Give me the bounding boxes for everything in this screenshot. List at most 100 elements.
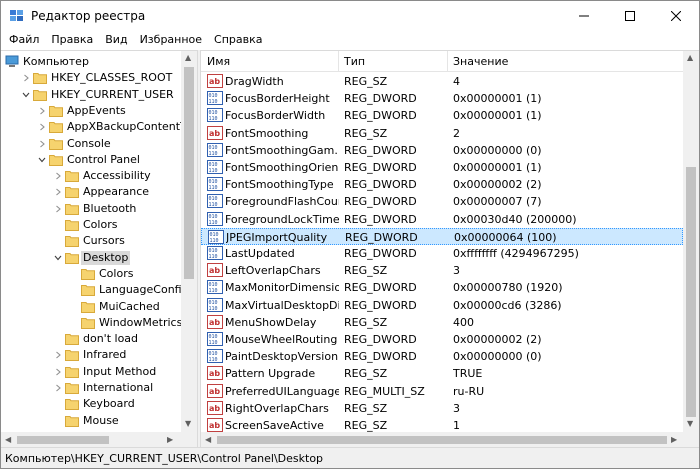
tree-node[interactable]: Colors [1,217,181,233]
chevron-right-icon[interactable] [53,383,63,393]
tree-node[interactable]: HKEY_CURRENT_USER [1,87,181,103]
title-bar[interactable]: Редактор реестра [1,1,699,31]
tree-node[interactable]: Input Method [1,364,181,380]
menu-view[interactable]: Вид [99,31,133,49]
list-horizontal-scrollbar[interactable]: ◀ ▶ [201,432,699,447]
list-row[interactable]: 010 110 JPEGImportQuality REG_DWORD 0x000000… [201,227,683,245]
tree-vertical-scroll-thumb[interactable] [184,67,194,279]
list-row[interactable]: 010 110 LastUpdated REG_DWORD 0xffffffff (42… [201,245,683,262]
tree-node[interactable]: Control Panel [1,152,181,168]
list-row[interactable]: 010 110 FontSmoothingType REG_DWORD 0x000000… [201,176,683,193]
minimize-button[interactable] [561,1,607,31]
tree-node[interactable]: don't load [1,331,181,347]
tree-node[interactable]: Infrared [1,347,181,363]
menu-file[interactable]: Файл [3,31,45,49]
list-row[interactable]: 010 110 MouseWheelRouting REG_DWORD 0x000000… [201,331,683,348]
folder-icon [49,137,63,150]
chevron-right-icon[interactable] [53,187,63,197]
scroll-down-icon[interactable]: ▼ [185,419,191,428]
list-horizontal-scroll-thumb[interactable] [217,436,667,444]
svg-text:ab: ab [209,77,220,86]
list-row[interactable]: ab PreferredUILanguages REG_MULTI_SZ ru-RU [201,383,683,400]
tree-node[interactable]: WindowMetrics [1,315,182,331]
list-row[interactable]: ab LeftOverlapChars REG_SZ 3 [201,262,683,279]
chevron-right-icon[interactable] [37,106,47,116]
tree-node[interactable]: Bluetooth [1,201,181,217]
list-row[interactable]: ab MenuShowDelay REG_SZ 400 [201,314,683,331]
list-vertical-scroll-thumb[interactable] [686,167,696,417]
scroll-up-icon[interactable]: ▲ [687,53,693,62]
menu-favorites[interactable]: Избранное [134,31,208,49]
value-type: REG_DWORD [344,298,417,312]
chevron-right-icon[interactable] [53,367,63,377]
column-header-value[interactable]: Значение [447,51,683,72]
chevron-right-icon[interactable] [37,139,47,149]
tree-node[interactable]: Console [1,136,181,152]
list-row[interactable]: 010 110 MaxVirtualDesktopDi... REG_DWORD 0x0… [201,297,683,314]
tree-node[interactable]: AppEvents [1,103,181,119]
value-type: REG_SZ [344,126,388,140]
list-row[interactable]: ab FontSmoothing REG_SZ 2 [201,125,683,142]
tree-node[interactable]: Appearance [1,184,181,200]
chevron-right-icon[interactable] [21,73,31,83]
tree-node[interactable]: HKEY_CLASSES_ROOT [1,70,181,86]
registry-tree[interactable]: Компьютер HKEY_CLASSES_ROOT HKEY_CURRENT_U… [1,50,197,447]
list-row[interactable]: ab RightOverlapChars REG_SZ 3 [201,400,683,417]
tree-node-label: Console [67,136,111,150]
tree-node[interactable]: Desktop [1,250,181,266]
chevron-down-icon[interactable] [21,90,31,100]
binary-value-icon: 010 110 [207,349,223,364]
chevron-down-icon[interactable] [37,155,47,165]
list-row[interactable]: 010 110 FontSmoothingGam... REG_DWORD 0x0000… [201,142,683,159]
tree-node-label: Appearance [83,185,150,199]
list-row[interactable]: 010 110 ForegroundFlashCount REG_DWORD 0x000… [201,193,683,210]
close-button[interactable] [653,1,699,31]
maximize-button[interactable] [607,1,653,31]
list-row[interactable]: 010 110 FocusBorderHeight REG_DWORD 0x000000… [201,90,683,107]
column-header-type[interactable]: Тип [338,51,447,72]
value-type: REG_SZ [344,75,388,88]
list-row[interactable]: 010 110 ForegroundLockTime... REG_DWORD 0x00… [201,211,683,228]
scroll-left-icon[interactable]: ◀ [5,435,11,444]
list-vertical-scrollbar[interactable]: ▲ ▼ [683,51,699,432]
list-row[interactable]: 010 110 FontSmoothingOrien... REG_DWORD 0x00… [201,159,683,176]
string-value-icon: ab [207,263,223,278]
tree-node[interactable]: International [1,380,181,396]
computer-icon [5,55,19,68]
tree-node[interactable]: MuiCached [1,299,181,315]
value-data: 0x00000000 (0) [453,350,542,364]
tree-node[interactable]: Компьютер [1,54,181,70]
value-name: RightOverlapChars [225,401,329,415]
tree-node[interactable]: Mouse [1,413,181,429]
list-row[interactable]: ab Pattern Upgrade REG_SZ TRUE [201,365,683,382]
tree-node[interactable]: AppXBackupContentType [1,119,197,135]
scroll-up-icon[interactable]: ▲ [185,53,191,62]
menu-help[interactable]: Справка [208,31,268,49]
list-row[interactable]: 010 110 PaintDesktopVersion REG_DWORD 0x0000… [201,348,683,365]
scroll-down-icon[interactable]: ▼ [687,419,693,428]
values-list[interactable]: Имя Тип Значение ab DragWidth REG_SZ 4 010 11… [201,50,699,447]
column-header-name[interactable]: Имя [201,51,338,72]
tree-horizontal-scrollbar[interactable]: ◀ ▶ [1,432,197,447]
scroll-left-icon[interactable]: ◀ [205,435,211,444]
tree-node[interactable]: LanguageConfigur [1,282,197,298]
list-row[interactable]: ab DragWidth REG_SZ 4 [201,73,683,90]
list-row[interactable]: 010 110 MaxMonitorDimension REG_DWORD 0x0000… [201,279,683,296]
tree-horizontal-scroll-thumb[interactable] [17,436,109,444]
tree-node-label: International [83,381,154,394]
tree-vertical-scrollbar[interactable]: ▲ ▼ [181,51,197,432]
list-row[interactable]: 010 110 FocusBorderWidth REG_DWORD 0x0000000… [201,107,683,124]
chevron-right-icon[interactable] [53,350,63,360]
value-type: REG_DWORD [344,212,417,226]
chevron-right-icon[interactable] [37,122,47,132]
tree-node[interactable]: Keyboard [1,396,181,412]
tree-node[interactable]: Cursors [1,233,181,249]
tree-node[interactable]: Colors [1,266,181,282]
scroll-right-icon[interactable]: ▶ [671,435,677,444]
tree-node[interactable]: Accessibility [1,168,181,184]
scroll-right-icon[interactable]: ▶ [167,435,173,444]
chevron-down-icon[interactable] [53,253,63,263]
menu-edit[interactable]: Правка [45,31,99,49]
chevron-right-icon[interactable] [53,171,63,181]
chevron-right-icon[interactable] [53,204,63,214]
